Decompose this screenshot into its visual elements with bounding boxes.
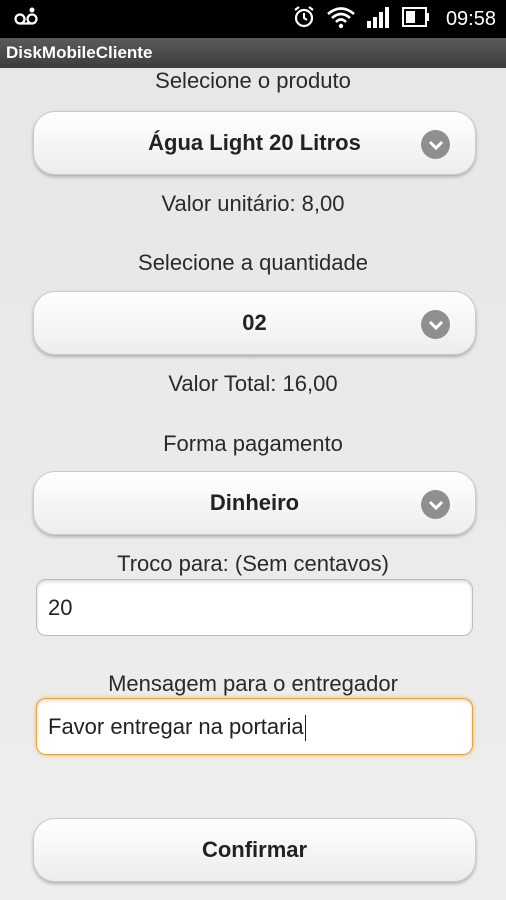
quantity-label: Selecione a quantidade xyxy=(138,250,368,275)
payment-label: Forma pagamento xyxy=(163,431,343,456)
battery-icon xyxy=(401,6,430,33)
status-bar: 09:58 xyxy=(0,0,506,38)
product-select-value: Água Light 20 Litros xyxy=(148,130,361,155)
change-label: Troco para: (Sem centavos) xyxy=(117,551,389,576)
quantity-select-value: 02 xyxy=(242,310,267,335)
payment-select-value: Dinheiro xyxy=(209,490,300,515)
chevron-down-icon xyxy=(421,130,450,159)
confirm-button-label: Confirmar xyxy=(201,837,308,862)
product-label: Selecione o produto xyxy=(155,68,351,93)
signal-icon xyxy=(366,5,392,34)
chevron-down-icon xyxy=(421,310,450,339)
message-label: Mensagem para o entregador xyxy=(108,671,398,696)
message-input[interactable]: Favor entregar na portaria xyxy=(36,698,473,755)
payment-select[interactable]: Dinheiro xyxy=(33,471,476,535)
quantity-select[interactable]: 02 xyxy=(33,291,476,355)
change-input[interactable]: 20 xyxy=(36,579,473,636)
alarm-icon xyxy=(292,5,316,34)
status-time: 09:58 xyxy=(445,7,496,30)
wifi-icon xyxy=(326,5,356,34)
text-caret xyxy=(304,715,306,742)
product-select[interactable]: Água Light 20 Litros xyxy=(33,111,476,175)
app-title-bar: DiskMobileCliente xyxy=(0,38,506,68)
voicemail-icon xyxy=(14,7,38,30)
chevron-down-icon xyxy=(421,490,450,519)
unit-price-text: Valor unitário: 8,00 xyxy=(161,191,345,216)
change-input-value: 20 xyxy=(48,595,73,620)
total-price-text: Valor Total: 16,00 xyxy=(168,371,338,396)
app-title: DiskMobileCliente xyxy=(6,43,153,62)
message-input-value: Favor entregar na portaria xyxy=(48,714,304,739)
confirm-button[interactable]: Confirmar xyxy=(33,818,476,882)
